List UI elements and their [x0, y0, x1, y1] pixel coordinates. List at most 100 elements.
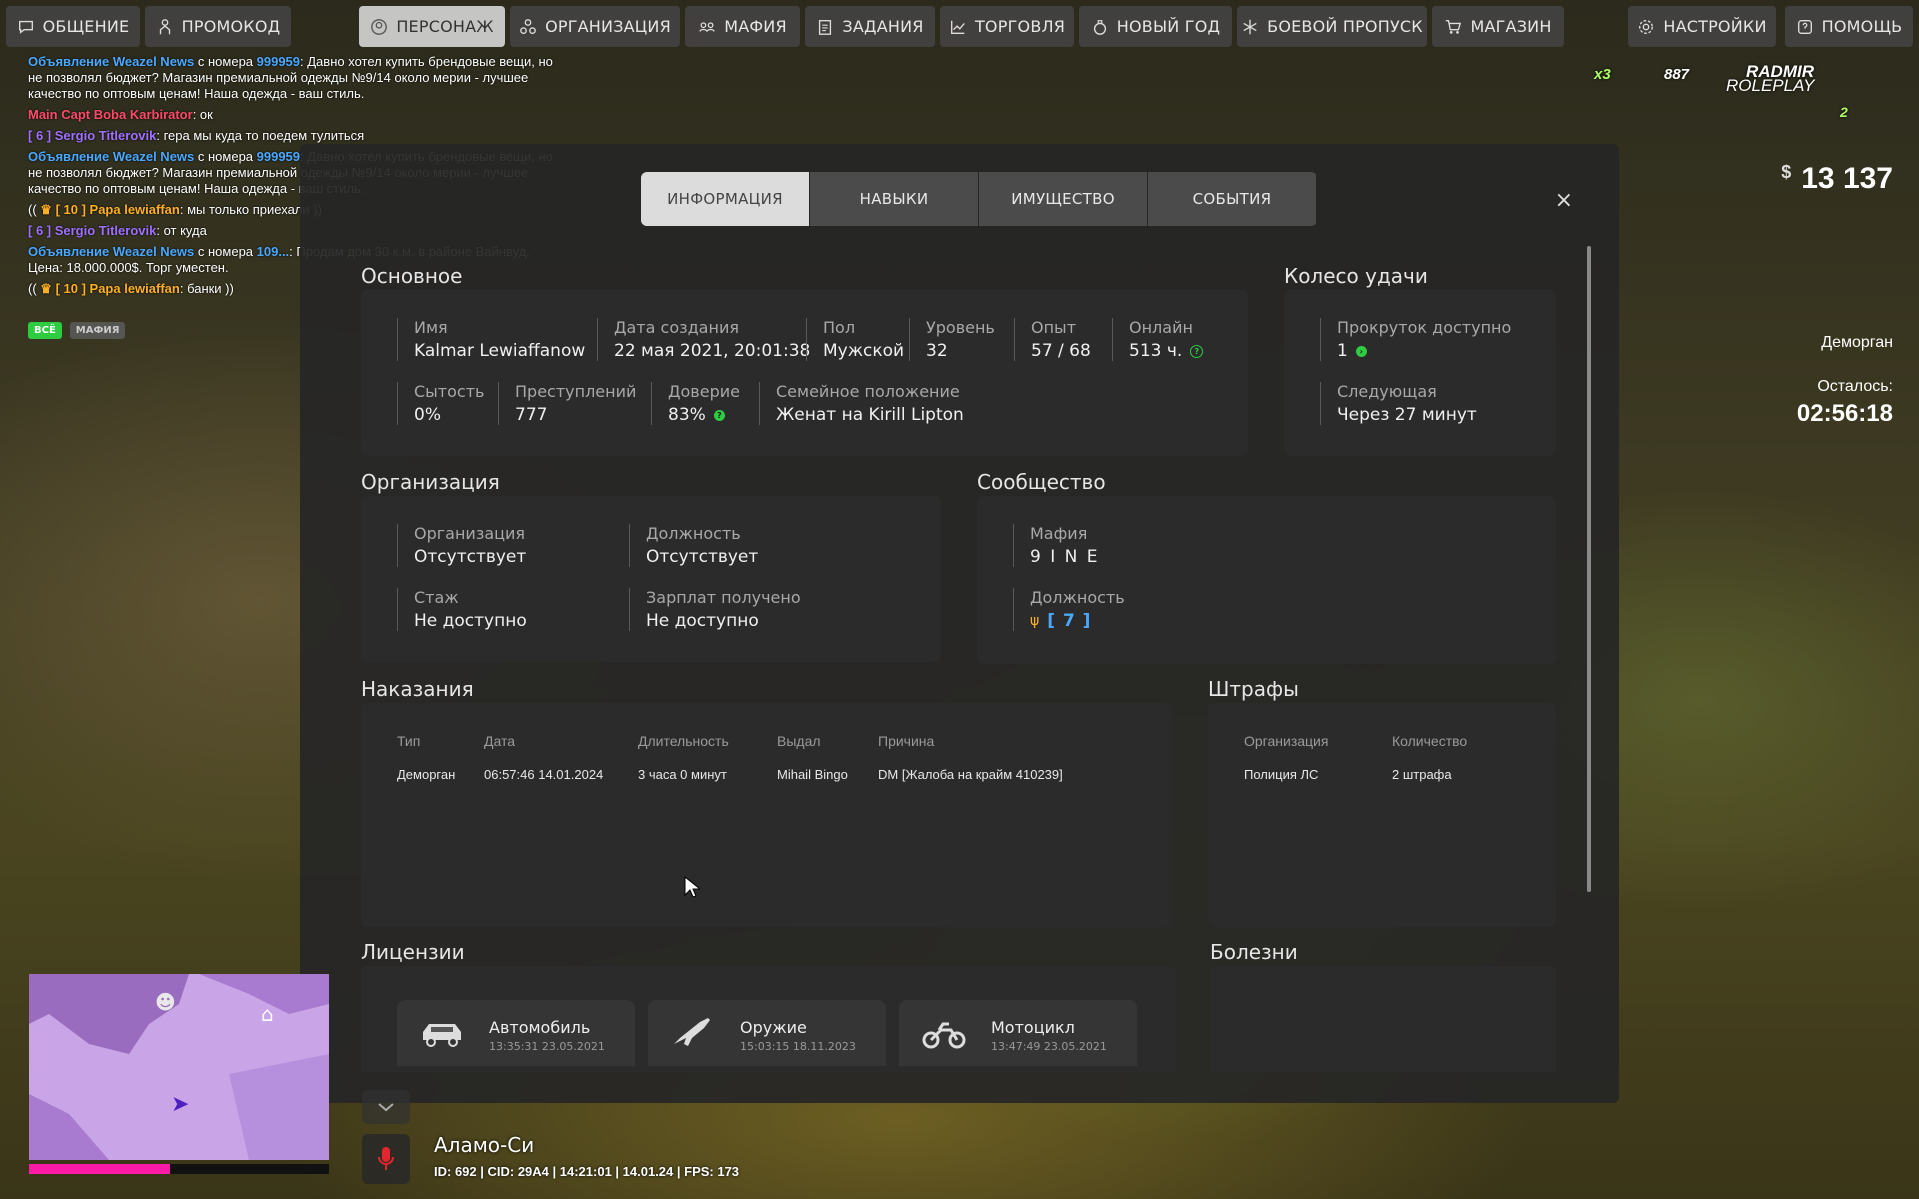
field-value: Через 27 минут — [1337, 405, 1477, 425]
field-label: Дата создания — [614, 318, 739, 337]
tab-events[interactable]: СОБЫТИЯ — [1148, 172, 1316, 226]
section-title-fines: Штрафы — [1208, 677, 1299, 701]
nav-label: МАГАЗИН — [1470, 17, 1552, 36]
clipboard-icon — [819, 19, 832, 35]
nav-trade-button[interactable]: ТОРГОВЛЯ — [940, 6, 1074, 47]
nav-battlepass-button[interactable]: БОЕВОЙ ПРОПУСК — [1237, 6, 1427, 47]
basic-card: Имя Kalmar Lewiaffanow Дата создания 22 ма… — [361, 290, 1248, 456]
punishments-card: Тип Дата Длительность Выдал Причина Демо… — [361, 703, 1172, 927]
table-cell: Полиция ЛС — [1244, 767, 1319, 782]
field-salary: Зарплат получено Не доступно — [629, 588, 801, 631]
field-online: Онлайн 513 ч.? — [1112, 318, 1204, 361]
license-date: 13:35:31 23.05.2021 — [489, 1040, 605, 1053]
crown-icon: ♛ — [40, 281, 52, 296]
field-sex: Пол Мужской — [806, 318, 904, 361]
gang-icon: ☻ — [155, 990, 176, 1014]
chat-text: : от куда — [156, 223, 207, 238]
chat-mid: с номера — [194, 244, 257, 259]
nav-new-year-button[interactable]: НОВЫЙ ГОД — [1079, 6, 1232, 47]
nav-character-button[interactable]: ПЕРСОНАЖ — [359, 6, 505, 47]
nav-label: НОВЫЙ ГОД — [1116, 17, 1221, 36]
close-button[interactable]: × — [1555, 188, 1573, 213]
chevron-down-icon[interactable] — [362, 1090, 410, 1124]
user-circle-icon — [371, 18, 388, 35]
chat-tab-all[interactable]: ВСЁ — [28, 322, 62, 339]
chat-sender: [ 6 ] Sergio Titlerovik — [28, 128, 157, 143]
chat-sender: [ 10 ] Papa lewiaffan — [55, 202, 180, 217]
nav-label: ПЕРСОНАЖ — [396, 17, 494, 36]
field-level: Уровень 32 — [909, 318, 995, 361]
mouse-cursor-icon — [684, 875, 702, 904]
field-label: Стаж — [414, 588, 459, 607]
microphone-button[interactable] — [362, 1134, 410, 1184]
field-value: Женат на Kirill Lipton — [776, 405, 964, 425]
event-name: Деморган — [1821, 334, 1893, 351]
nav-shop-button[interactable]: МАГАЗИН — [1432, 6, 1564, 47]
nav-label: ОБЩЕНИЕ — [42, 17, 130, 36]
chat-number: 999959 — [256, 149, 301, 164]
question-icon[interactable]: ? — [1190, 344, 1204, 358]
table-header: Дата — [484, 733, 516, 749]
brand-logo-bottom: ROLEPLAY — [1726, 76, 1815, 95]
field-label: Преступлений — [515, 382, 637, 401]
field-label: Прокруток доступно — [1337, 318, 1512, 337]
table-header: Организация — [1244, 733, 1329, 749]
field-org: Организация Отсутствует — [397, 524, 526, 567]
nav-label: ОРГАНИЗАЦИЯ — [545, 17, 671, 36]
crown-icon: ♛ — [40, 202, 52, 217]
license-name: Оружие — [740, 1018, 807, 1037]
online-value: 513 ч. — [1129, 341, 1183, 361]
chat-text: : банки )) — [179, 281, 234, 296]
field-trust: Доверие 83%? — [651, 382, 740, 425]
license-car[interactable]: Автомобиль 13:35:31 23.05.2021 — [397, 1000, 635, 1066]
table-cell: Деморган — [397, 767, 456, 782]
table-header: Причина — [878, 733, 935, 749]
nav-help-button[interactable]: ПОМОЩЬ — [1785, 6, 1913, 47]
field-label: Семейное положение — [776, 382, 960, 401]
scrollbar[interactable] — [1587, 246, 1591, 892]
section-title-punishments: Наказания — [361, 677, 474, 701]
nav-organization-button[interactable]: ОРГАНИЗАЦИЯ — [510, 6, 680, 47]
nav-tasks-button[interactable]: ЗАДАНИЯ — [805, 6, 935, 47]
modal-tabs: ИНФОРМАЦИЯ НАВЫКИ ИМУЩЕСТВО СОБЫТИЯ — [641, 172, 1317, 226]
chat-open: (( — [28, 281, 37, 296]
nav-settings-button[interactable]: НАСТРОЙКИ — [1628, 6, 1776, 47]
nav-promo-button[interactable]: ПРОМОКОД — [145, 6, 291, 47]
chat-icon — [18, 20, 33, 34]
field-label: Опыт — [1031, 318, 1077, 337]
license-moto[interactable]: Мотоцикл 13:47:49 23.05.2021 — [899, 1000, 1137, 1066]
license-weapon[interactable]: Оружие 15:03:15 18.11.2023 — [648, 1000, 886, 1066]
table-header: Тип — [397, 733, 421, 749]
field-label: Онлайн — [1129, 318, 1193, 337]
field-value: ψ [ 7 ] — [1030, 611, 1125, 631]
section-title-community: Сообщество — [977, 470, 1106, 494]
currency-icon: $ — [1781, 162, 1792, 182]
nav-chat-button[interactable]: ОБЩЕНИЕ — [6, 6, 140, 47]
field-value: 9 I N E — [1030, 547, 1100, 567]
field-crimes: Преступлений 777 — [498, 382, 636, 425]
status-dot-icon: › — [1355, 345, 1367, 357]
tab-skills[interactable]: НАВЫКИ — [810, 172, 978, 226]
section-title-licenses: Лицензии — [361, 940, 465, 964]
table-cell: DM [Жалоба на крайм 410239] — [878, 767, 1063, 782]
nav-label: МАФИЯ — [724, 17, 787, 36]
tab-property[interactable]: ИМУЩЕСТВО — [979, 172, 1147, 226]
chat-line: [ 6 ] Sergio Titlerovik: гера мы куда то… — [28, 128, 558, 144]
chat-tabs: ВСЁ МАФИЯ — [28, 322, 126, 339]
top-nav: ОБЩЕНИЕ ПРОМОКОД ПЕРСОНАЖ ОРГАНИЗАЦИЯ МА… — [6, 6, 1913, 48]
money-display: $13 137 — [1781, 162, 1893, 196]
fines-card: Организация Количество Полиция ЛС 2 штра… — [1208, 703, 1556, 927]
field-label: Уровень — [926, 318, 995, 337]
tab-info[interactable]: ИНФОРМАЦИЯ — [641, 172, 809, 226]
chat-number: 999959 — [256, 54, 301, 69]
table-cell: 2 штрафа — [1392, 767, 1452, 782]
field-mafia: Мафия 9 I N E — [1013, 524, 1100, 567]
event-timer: 02:56:18 — [1796, 400, 1893, 427]
field-value: Не доступно — [414, 611, 527, 631]
chat-sender: [ 10 ] Papa lewiaffan — [55, 281, 180, 296]
help-icon — [1797, 19, 1812, 34]
chat-tab-mafia[interactable]: МАФИЯ — [69, 322, 126, 339]
gear-icon — [1639, 19, 1654, 34]
nav-mafia-button[interactable]: МАФИЯ — [685, 6, 800, 47]
field-exp: Опыт 57 / 68 — [1014, 318, 1091, 361]
